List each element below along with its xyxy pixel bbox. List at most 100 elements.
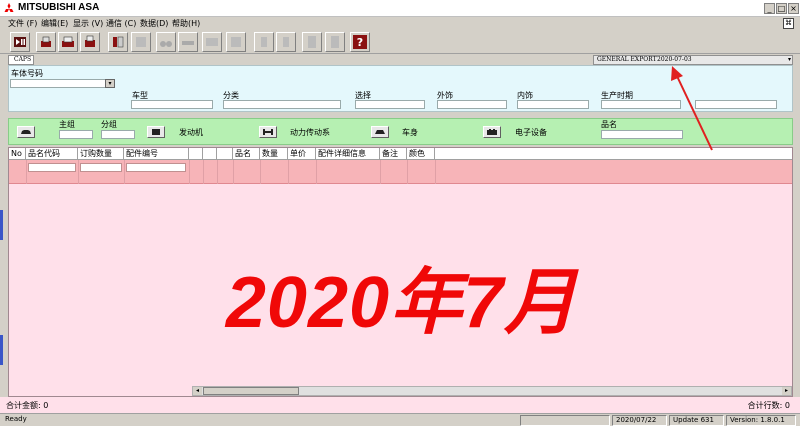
body-button[interactable] [371, 126, 389, 138]
car-icon [182, 41, 194, 45]
col-header-blank-3[interactable] [217, 148, 233, 160]
col-header-blank-2[interactable] [203, 148, 217, 160]
vin-input[interactable] [10, 79, 106, 88]
scroll-left-icon[interactable]: ◂ [193, 387, 202, 395]
date-watermark: 2020年7月 [225, 263, 578, 343]
col-header-remark[interactable]: 备注 [380, 148, 407, 160]
row-divider [380, 160, 381, 184]
col-header-part-number[interactable]: 配件编号 [124, 148, 189, 160]
window-title: MITSUBISHI ASA [18, 2, 100, 13]
book-icon [113, 36, 124, 48]
part-number-input[interactable] [126, 163, 186, 172]
grid-header: No 品名代码 订购数量 配件编号 品名 数量 单价 配件详细信息 备注 颜色 [9, 148, 792, 160]
part-name-label: 品名 [601, 120, 617, 129]
col-header-blank-1[interactable] [189, 148, 203, 160]
production-from-input[interactable] [601, 100, 681, 109]
drivetrain-icon [263, 129, 273, 135]
engine-button[interactable] [147, 126, 165, 138]
help-icon: ? [353, 35, 367, 49]
context-help-icon[interactable]: ⌘ [783, 18, 794, 29]
col-header-color[interactable]: 颜色 [407, 148, 435, 160]
col-header-order-qty[interactable]: 订购数量 [78, 148, 124, 160]
scroll-thumb[interactable] [203, 387, 299, 395]
sub-group-input[interactable] [101, 130, 135, 139]
close-button[interactable]: × [788, 3, 799, 14]
parts-grid: No 品名代码 订购数量 配件编号 品名 数量 单价 配件详细信息 备注 颜色 … [8, 147, 793, 397]
row-divider [233, 160, 234, 184]
order-qty-input[interactable] [80, 163, 122, 172]
print-button[interactable] [58, 32, 78, 52]
part-code-input[interactable] [28, 163, 76, 172]
scroll-right-icon[interactable]: ▸ [782, 387, 791, 395]
row-divider [217, 160, 218, 184]
col-header-no[interactable]: No [9, 148, 26, 160]
interior-input[interactable] [517, 100, 589, 109]
disabled-tool-5[interactable] [226, 32, 246, 52]
category-input[interactable] [223, 100, 341, 109]
preview-icon [41, 36, 51, 47]
window-edge-accent [0, 335, 3, 365]
col-header-detail[interactable]: 配件详细信息 [316, 148, 380, 160]
col-header-qty[interactable]: 数量 [260, 148, 288, 160]
engine-label: 发动机 [179, 128, 203, 137]
row-divider [316, 160, 317, 184]
grid-icon [136, 37, 146, 47]
chevron-down-icon[interactable]: ▾ [788, 56, 791, 64]
print-preview-button[interactable] [36, 32, 56, 52]
pns-icon [206, 38, 218, 46]
electrical-label: 电子设备 [515, 128, 547, 137]
menu-data[interactable]: 数据(D) [140, 18, 168, 29]
disabled-tool-9[interactable] [325, 32, 345, 52]
car-icon [21, 130, 31, 134]
menu-help[interactable]: 帮助(H) [172, 18, 200, 29]
export-selector[interactable]: GENERAL EXPORT 2020-07-03 ▾ [593, 55, 793, 65]
menu-view[interactable]: 显示 (V) [73, 18, 103, 29]
disabled-tool-7[interactable] [276, 32, 296, 52]
disabled-tool-8[interactable] [302, 32, 322, 52]
row-divider [203, 160, 204, 184]
status-update: Update 631 [669, 415, 724, 426]
col-header-name[interactable]: 品名 [233, 148, 260, 160]
row-divider [189, 160, 190, 184]
row-divider [435, 160, 436, 184]
disabled-tool-1[interactable] [131, 32, 151, 52]
help-button[interactable]: ? [350, 32, 370, 52]
export-label: GENERAL EXPORT [597, 56, 657, 63]
status-version: Version: 1.8.0.1 [726, 415, 796, 426]
open-vin-button[interactable] [10, 32, 30, 52]
horizontal-scrollbar[interactable]: ◂ ▸ [192, 386, 792, 396]
drivetrain-button[interactable] [259, 126, 277, 138]
info-strip: CAPS GENERAL EXPORT 2020-07-03 ▾ [8, 55, 793, 65]
row-divider [260, 160, 261, 184]
disabled-tool-2[interactable] [156, 32, 176, 52]
total-amount: 合计金额: 0 [6, 401, 49, 410]
svg-text:?: ? [357, 36, 363, 49]
exterior-input[interactable] [437, 100, 507, 109]
model-input[interactable] [131, 100, 213, 109]
menu-edit[interactable]: 编辑(E) [41, 18, 68, 29]
main-group-input[interactable] [59, 130, 93, 139]
select-input[interactable] [355, 100, 425, 109]
vin-label: 车体号码 [11, 69, 43, 78]
vin-combo-button[interactable]: ▾ [105, 79, 115, 88]
book-button[interactable] [108, 32, 128, 52]
status-ready: Ready [5, 415, 27, 423]
col-header-price[interactable]: 单价 [288, 148, 316, 160]
production-to-input[interactable] [695, 100, 777, 109]
status-bar: Ready 2020/07/22 Update 631 Version: 1.8… [0, 413, 800, 426]
disabled-tool-3[interactable] [178, 32, 198, 52]
col-header-part-code[interactable]: 品名代码 [26, 148, 78, 160]
disabled-tool-4[interactable] [202, 32, 222, 52]
menu-comm[interactable]: 通信 (C) [106, 18, 136, 29]
part-name-input[interactable] [601, 130, 683, 139]
caps-indicator: CAPS [8, 55, 34, 65]
toolbar: ? [0, 30, 800, 54]
disabled-tool-6[interactable] [254, 32, 274, 52]
menu-file[interactable]: 文件 (F) [8, 18, 37, 29]
maximize-button[interactable]: □ [776, 3, 787, 14]
minimize-button[interactable]: _ [764, 3, 775, 14]
export-button[interactable] [80, 32, 100, 52]
car-category-button[interactable] [17, 126, 35, 138]
body-icon [375, 130, 385, 134]
electrical-button[interactable] [483, 126, 501, 138]
